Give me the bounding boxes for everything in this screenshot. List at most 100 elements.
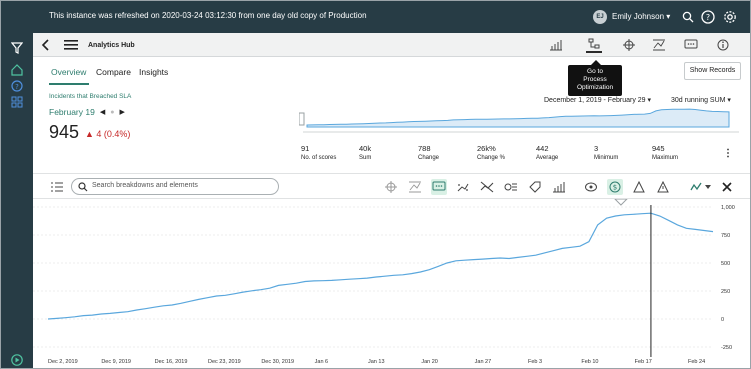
page-title: Analytics Hub [88,42,135,49]
left-rail: ? [1,33,33,368]
aggregation-selector[interactable]: 30d running SUM ▾ [671,96,731,104]
y-tick-label: 0 [721,317,724,323]
scatter-icon[interactable] [455,179,471,195]
x-tick-label: Jan 6 [315,359,328,365]
series-line [47,212,714,320]
stat-minimum: 3 Minimum [594,144,654,161]
tab-overview[interactable]: Overview [51,67,86,77]
active-tab-indicator [49,83,89,85]
app-header: Analytics Hub [33,33,750,57]
stat-sum: 40k Sum [359,144,419,161]
next-arrow-icon[interactable]: ▶ [119,108,124,116]
chart-type-dropdown-icon[interactable] [689,179,713,195]
sparkline-area [306,108,730,128]
stat-average: 442 Average [536,144,596,161]
search-icon[interactable] [679,8,697,26]
stat-label: Minimum [594,155,619,161]
x-tick-label: Dec 30, 2019 [261,359,294,365]
bar-chart-icon[interactable] [548,37,564,53]
trend-icon[interactable] [407,179,423,195]
play-icon[interactable] [10,353,24,367]
info-icon[interactable] [715,37,731,53]
stat-change-pct: 26k% Change % [477,144,537,161]
x-tick-label: Feb 17 [635,359,652,365]
stat-change: 788 Change [418,144,478,161]
stat-value: 442 [536,144,549,153]
metric-title: Incidents that Breached SLA [49,93,132,100]
grid-icon[interactable] [10,95,24,109]
y-tick-label: 1,000 [721,205,735,211]
stat-label: Change % [477,155,506,161]
current-dot-icon[interactable]: ● [110,109,114,116]
app-window: { "banner": { "notice": "This instance w… [0,0,751,369]
stat-value: 788 [418,144,431,153]
breakdown-search[interactable]: Search breakdowns and elements [71,178,279,195]
hide-forecast-icon[interactable] [479,179,495,195]
stat-value: 26k% [477,144,496,153]
dollar-icon[interactable]: $ [607,179,623,195]
target-icon[interactable] [621,37,637,53]
menu-icon[interactable] [63,37,79,53]
bar-chart-icon[interactable] [551,179,567,195]
y-tick-label: 250 [721,289,730,295]
search-input[interactable]: Search breakdowns and elements [92,182,198,189]
svg-text:?: ? [15,83,19,91]
gear-icon[interactable] [721,8,739,26]
more-options-icon[interactable]: ⋮ [723,148,733,159]
overview-sparkline[interactable] [299,105,739,133]
y-tick-label: -250 [721,345,732,351]
back-chevron-icon[interactable] [38,37,54,53]
x-tick-label: Jan 20 [421,359,438,365]
stat-value: 40k [359,144,372,153]
user-menu[interactable]: Emily Johnson ▾ [612,12,670,21]
stat-maximum: 945 Maximum [652,144,712,161]
x-tick-label: Dec 2, 2019 [48,359,78,365]
main-line-chart[interactable]: 1,000 750 500 250 0 -250 Dec 2, 2019 Dec 9, 20… [33,199,751,369]
search-icon [78,182,88,192]
eye-icon[interactable] [583,179,599,195]
help-icon[interactable]: ? [699,8,717,26]
tab-insights[interactable]: Insights [139,67,168,77]
list-icon[interactable] [49,179,65,195]
stat-label: Sum [359,155,372,161]
metric-delta: ▲ 4 (0.4%) [85,129,131,139]
svg-text:?: ? [706,13,710,22]
refresh-notice: This instance was refreshed on 2020-03-2… [49,11,367,20]
threshold-icon[interactable] [503,179,519,195]
help-circle-icon[interactable]: ? [10,79,24,93]
y-tick-label: 500 [721,261,730,267]
triangle-icon[interactable] [631,179,647,195]
filter-icon[interactable] [10,41,24,55]
tab-compare[interactable]: Compare [96,67,131,77]
alert-triangle-icon[interactable] [655,179,671,195]
x-tick-label: Dec 23, 2019 [208,359,241,365]
avatar[interactable]: EJ [593,10,607,24]
tag-icon[interactable] [527,179,543,195]
target-icon[interactable] [383,179,399,195]
close-icon[interactable] [719,179,735,195]
date-range-selector[interactable]: December 1, 2019 - February 29 ▾ [544,96,651,104]
process-optimization-icon[interactable] [586,37,602,53]
stat-value: 3 [594,144,599,153]
x-tick-label: Feb 3 [528,359,542,365]
comment-toggle-icon[interactable] [431,179,447,195]
range-handle-left[interactable] [299,112,305,126]
comment-icon[interactable] [683,37,699,53]
stat-label: No. of scores [301,155,337,161]
show-records-button[interactable]: Show Records [684,62,741,80]
chart-toolbar: Search breakdowns and elements $ [33,173,750,199]
x-tick-label: Dec 9, 2019 [101,359,131,365]
stat-label: Change [418,155,440,161]
selected-date[interactable]: February 19 [49,107,95,117]
tab-bar: Overview Compare Insights [33,57,750,87]
x-tick-label: Dec 16, 2019 [155,359,188,365]
trend-icon[interactable] [651,37,667,53]
metric-value: 945 [49,122,80,142]
marker-tab [614,199,628,206]
prev-arrow-icon[interactable]: ◀ [100,108,105,116]
home-icon[interactable] [10,63,24,77]
stat-value: 91 [301,144,310,153]
svg-text:$: $ [613,184,617,192]
stat-count: 91 No. of scores [301,144,361,161]
x-tick-label: Jan 13 [368,359,385,365]
